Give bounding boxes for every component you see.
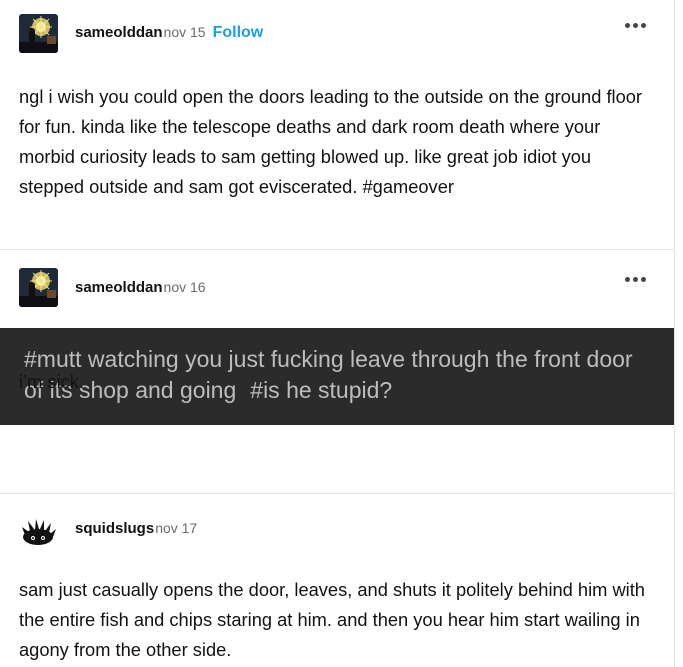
username[interactable]: squidslugs [75, 520, 154, 537]
post-date[interactable]: nov 15 [164, 24, 206, 40]
post-header: sameolddan nov 15 Follow [19, 13, 674, 53]
post: sameolddan nov 16 #mutt watching you jus… [0, 250, 674, 494]
name-line: squidslugs nov 17 [75, 520, 197, 537]
username[interactable]: sameolddan [75, 24, 163, 41]
avatar[interactable] [19, 508, 58, 548]
post-body: ngl i wish you could open the doors lead… [19, 86, 643, 197]
reblog-thread: sameolddan nov 15 Follow ngl i wish you … [0, 0, 675, 667]
name-line: sameolddan nov 16 [75, 279, 206, 296]
post: squidslugs nov 17 sam just casually open… [0, 494, 674, 667]
username[interactable]: sameolddan [75, 279, 163, 296]
avatar[interactable] [19, 267, 58, 307]
more-dots-icon[interactable] [625, 23, 646, 28]
more-dots-icon[interactable] [625, 277, 646, 282]
post-date[interactable]: nov 16 [164, 279, 206, 295]
avatar[interactable] [19, 13, 58, 53]
post-body: sam just casually opens the door, leaves… [19, 579, 645, 660]
name-line: sameolddan nov 15 Follow [75, 24, 263, 42]
post-body: i’m sick. [19, 371, 84, 392]
post-header: sameolddan nov 16 [19, 267, 674, 307]
post: sameolddan nov 15 Follow ngl i wish you … [0, 0, 674, 250]
follow-button[interactable]: Follow [213, 24, 264, 42]
post-date[interactable]: nov 17 [155, 520, 197, 536]
post-header: squidslugs nov 17 [19, 508, 674, 548]
